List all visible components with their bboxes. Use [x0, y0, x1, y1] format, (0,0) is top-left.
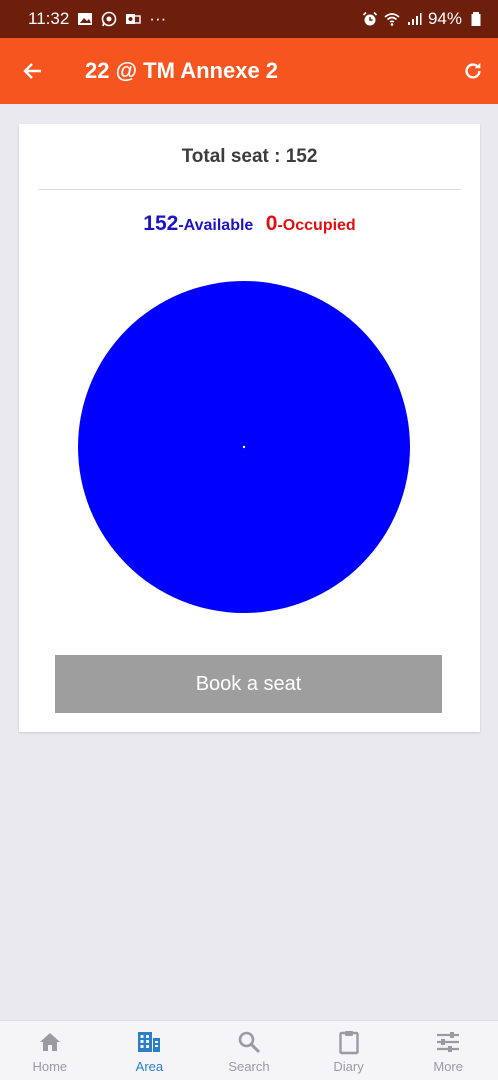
seat-summary-card: Total seat : 152 152-Available 0-Occupie… [19, 124, 480, 732]
whatsapp-icon [101, 11, 117, 27]
nav-item-search[interactable]: Search [199, 1021, 299, 1080]
wifi-icon [384, 11, 400, 27]
back-button[interactable] [0, 38, 68, 104]
battery-percent: 94% [427, 9, 462, 28]
nav-label-diary: Diary [333, 1059, 364, 1074]
gallery-icon [77, 11, 93, 27]
app-bar: 22 @ TM Annexe 2 [0, 38, 498, 104]
page-title: 22 @ TM Annexe 2 [85, 58, 279, 83]
bottom-nav: Home Area Search Diary More [0, 1020, 498, 1080]
refresh-icon [465, 62, 481, 79]
more-notifications: ··· [149, 9, 167, 28]
battery-icon [468, 11, 484, 27]
clipboard-icon [338, 1031, 359, 1055]
nav-item-home[interactable]: Home [0, 1021, 100, 1080]
status-bar: 11:32 ··· 94% [0, 0, 498, 38]
nav-label-area: Area [135, 1059, 164, 1074]
search-icon [238, 1031, 261, 1054]
outlook-icon [125, 11, 141, 27]
sliders-icon [437, 1032, 460, 1052]
nav-item-diary[interactable]: Diary [299, 1021, 399, 1080]
nav-item-more[interactable]: More [398, 1021, 498, 1080]
nav-label-home: Home [32, 1059, 68, 1074]
building-icon [138, 1032, 161, 1052]
occupied-count: 0 [265, 212, 278, 235]
home-icon [39, 1033, 60, 1051]
signal-icon [406, 11, 422, 27]
divider [38, 189, 461, 190]
occupied-label: -Occupied [277, 217, 356, 234]
seat-pie-chart [78, 281, 410, 613]
nav-label-search: Search [228, 1059, 270, 1074]
available-label: -Available [178, 217, 254, 234]
nav-label-more: More [433, 1059, 463, 1074]
alarm-icon [362, 11, 378, 27]
pie-center-dot [242, 445, 246, 449]
total-seat-label: Total seat : 152 [181, 146, 318, 167]
refresh-button[interactable] [448, 38, 498, 104]
status-time: 11:32 [28, 9, 70, 28]
arrow-left-icon [23, 63, 41, 79]
nav-item-area[interactable]: Area [100, 1021, 200, 1080]
seat-stats: 152-Available 0-Occupied [19, 212, 480, 236]
available-count: 152 [143, 212, 179, 235]
book-seat-button[interactable]: Book a seat [55, 655, 442, 713]
